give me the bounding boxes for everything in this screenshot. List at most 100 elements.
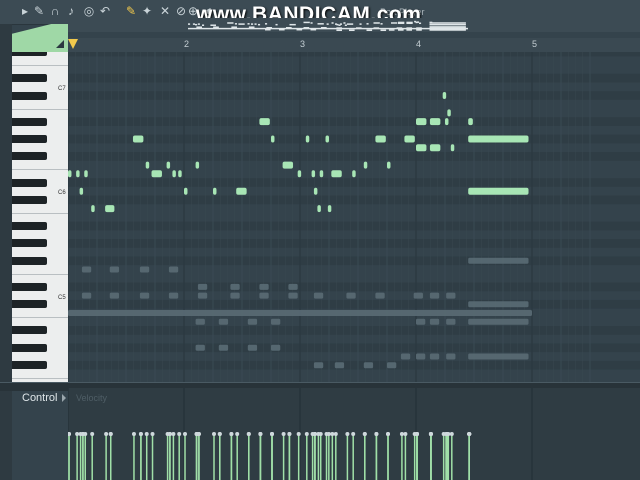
note[interactable] bbox=[387, 161, 391, 169]
note[interactable] bbox=[184, 187, 188, 195]
note[interactable] bbox=[404, 135, 415, 143]
velocity-handle[interactable] bbox=[229, 432, 234, 436]
velocity-handle[interactable] bbox=[296, 432, 301, 436]
chevron-right-icon[interactable] bbox=[62, 394, 66, 402]
velocity-handle[interactable] bbox=[270, 432, 274, 436]
note[interactable] bbox=[442, 92, 447, 99]
note[interactable] bbox=[84, 170, 88, 178]
velocity-handle[interactable] bbox=[75, 432, 80, 436]
timeline-ruler[interactable]: 2 3 4 5 bbox=[68, 38, 640, 53]
velocity-handle[interactable] bbox=[177, 432, 182, 436]
note[interactable] bbox=[363, 161, 368, 169]
black-key[interactable] bbox=[12, 239, 47, 248]
velocity-handle[interactable] bbox=[104, 432, 109, 436]
velocity-handle[interactable] bbox=[326, 432, 331, 436]
note[interactable] bbox=[305, 135, 310, 143]
note[interactable] bbox=[79, 187, 84, 195]
note[interactable] bbox=[317, 205, 321, 213]
note[interactable] bbox=[151, 170, 162, 178]
note[interactable] bbox=[429, 118, 441, 126]
note[interactable] bbox=[297, 170, 302, 178]
velocity-handle[interactable] bbox=[304, 432, 309, 436]
note[interactable] bbox=[172, 170, 176, 178]
black-key[interactable] bbox=[12, 300, 47, 309]
note[interactable] bbox=[132, 135, 144, 143]
velocity-handle[interactable] bbox=[171, 432, 176, 436]
black-key[interactable] bbox=[12, 152, 47, 161]
black-key[interactable] bbox=[12, 195, 47, 204]
note[interactable] bbox=[178, 170, 182, 178]
pattern-overview[interactable] bbox=[68, 18, 640, 32]
note[interactable] bbox=[76, 170, 80, 178]
note[interactable] bbox=[282, 161, 294, 169]
note[interactable] bbox=[259, 118, 270, 126]
note[interactable] bbox=[319, 170, 324, 178]
velocity-handle[interactable] bbox=[399, 432, 404, 436]
note[interactable] bbox=[313, 187, 318, 195]
note[interactable] bbox=[375, 135, 386, 143]
velocity-handle[interactable] bbox=[351, 432, 356, 436]
velocity-handle[interactable] bbox=[183, 432, 187, 436]
black-key[interactable] bbox=[12, 282, 47, 291]
note[interactable] bbox=[311, 170, 316, 178]
velocity-handle[interactable] bbox=[235, 432, 240, 436]
note[interactable] bbox=[468, 187, 529, 195]
event-target-label[interactable]: Control bbox=[22, 392, 57, 404]
note[interactable] bbox=[352, 170, 356, 178]
note[interactable] bbox=[213, 187, 217, 195]
black-key[interactable] bbox=[12, 343, 47, 352]
velocity-handle[interactable] bbox=[403, 432, 408, 436]
arrow-right-icon[interactable]: ▸ bbox=[18, 4, 32, 18]
note[interactable] bbox=[445, 118, 449, 126]
note[interactable] bbox=[325, 135, 329, 143]
note[interactable] bbox=[105, 205, 115, 213]
note[interactable] bbox=[468, 135, 529, 143]
note[interactable] bbox=[450, 144, 455, 152]
black-key[interactable] bbox=[12, 91, 47, 100]
velocity-handle[interactable] bbox=[467, 432, 472, 436]
wrench-icon[interactable]: ✎ bbox=[32, 4, 46, 18]
velocity-handle[interactable] bbox=[246, 432, 251, 436]
black-key[interactable] bbox=[12, 222, 47, 230]
note[interactable] bbox=[145, 161, 150, 169]
velocity-handle[interactable] bbox=[90, 432, 95, 436]
black-key[interactable] bbox=[12, 74, 47, 83]
velocity-handle[interactable] bbox=[212, 432, 216, 436]
velocity-handle[interactable] bbox=[374, 432, 379, 436]
note[interactable] bbox=[68, 170, 72, 178]
note[interactable] bbox=[236, 187, 247, 195]
velocity-handle[interactable] bbox=[312, 432, 317, 436]
note[interactable] bbox=[195, 161, 200, 169]
note-icon[interactable]: ♪ bbox=[64, 4, 78, 18]
black-key[interactable] bbox=[12, 256, 47, 265]
black-key[interactable] bbox=[12, 117, 47, 126]
magnet-icon[interactable]: ∩ bbox=[48, 4, 62, 18]
undo-icon[interactable]: ↶ bbox=[98, 4, 112, 18]
velocity-handle[interactable] bbox=[449, 432, 454, 436]
black-key[interactable] bbox=[12, 361, 47, 370]
velocity-handle[interactable] bbox=[150, 432, 155, 436]
mute-icon[interactable]: ✕ bbox=[158, 4, 172, 18]
black-key[interactable] bbox=[12, 178, 47, 187]
black-key[interactable] bbox=[12, 135, 47, 143]
velocity-handle[interactable] bbox=[428, 432, 433, 436]
note[interactable] bbox=[447, 109, 451, 117]
note[interactable] bbox=[416, 144, 427, 152]
velocity-handle[interactable] bbox=[415, 432, 419, 436]
velocity-handle[interactable] bbox=[362, 432, 367, 436]
loop-icon[interactable]: ◎ bbox=[82, 4, 96, 18]
brush-icon[interactable]: ✦ bbox=[140, 4, 154, 18]
piano-keyboard[interactable]: C7 C6 C5 bbox=[12, 52, 68, 382]
velocity-handle[interactable] bbox=[333, 432, 338, 436]
pencil-icon[interactable]: ✎ bbox=[124, 4, 138, 18]
velocity-handle[interactable] bbox=[217, 432, 222, 436]
velocity-handle[interactable] bbox=[194, 432, 199, 436]
event-editor[interactable] bbox=[68, 388, 640, 480]
playhead-marker-icon[interactable] bbox=[68, 39, 78, 49]
black-key[interactable] bbox=[12, 326, 47, 335]
note[interactable] bbox=[91, 205, 95, 213]
velocity-handle[interactable] bbox=[445, 432, 450, 436]
velocity-handle[interactable] bbox=[138, 432, 143, 436]
velocity-handle[interactable] bbox=[167, 432, 172, 436]
velocity-handle[interactable] bbox=[386, 432, 390, 436]
